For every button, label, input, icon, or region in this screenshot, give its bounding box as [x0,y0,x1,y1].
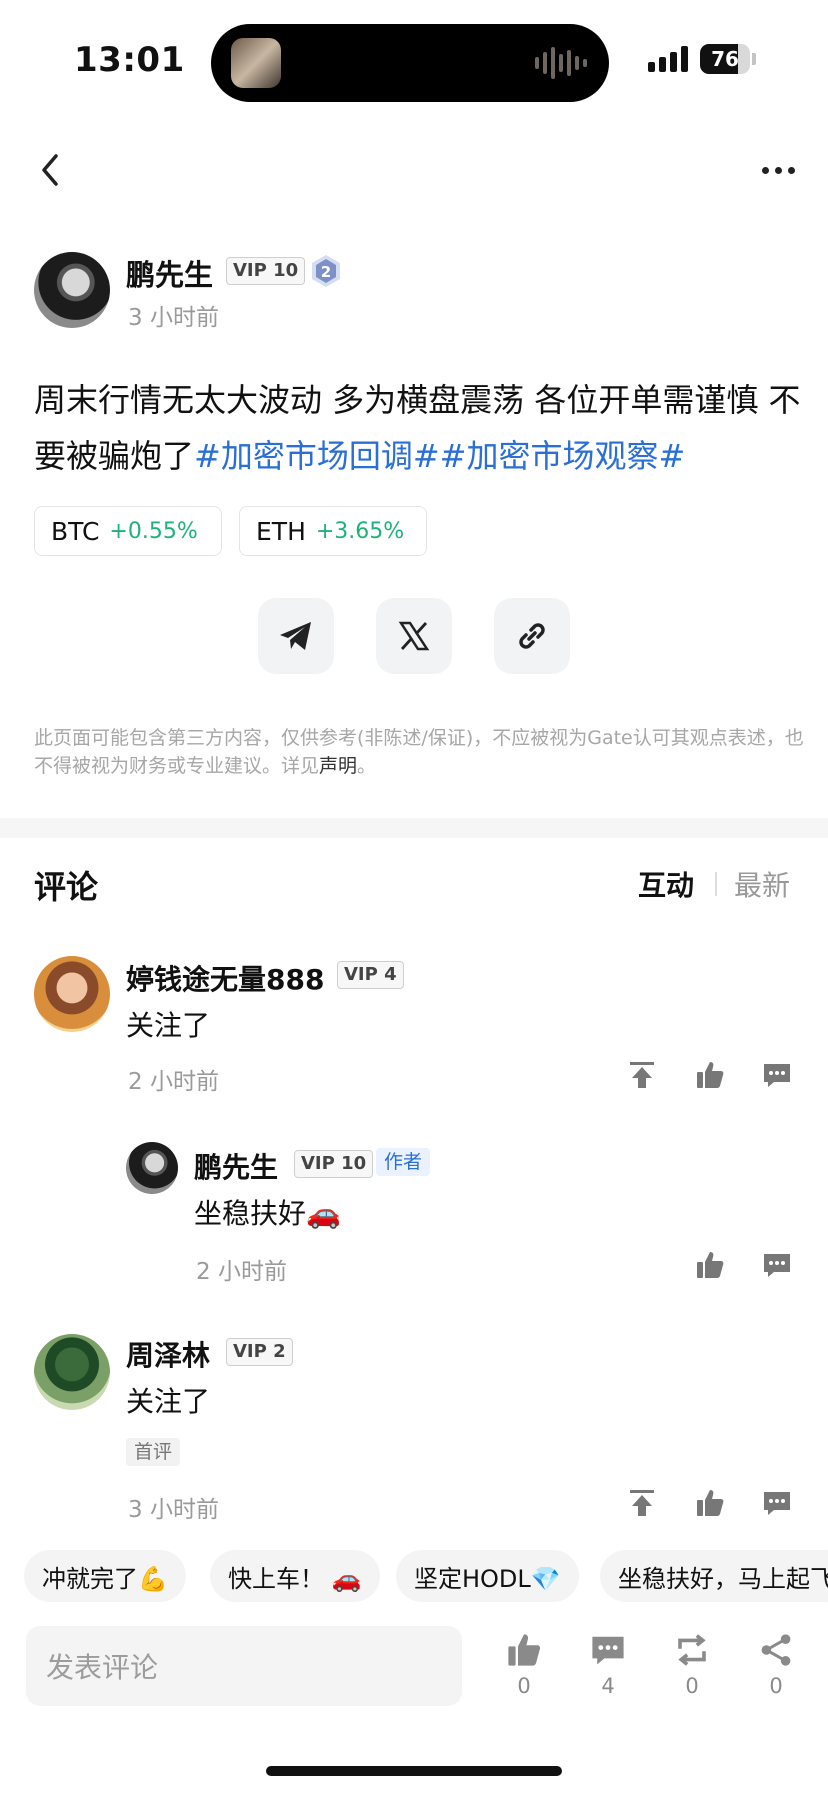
level-badge-icon: 2 [312,255,340,287]
share-button[interactable]: 0 [746,1632,806,1698]
comment-button[interactable]: 4 [578,1632,638,1698]
comment-icon [592,1636,624,1665]
repost-button[interactable]: 0 [662,1632,722,1698]
share-x-button[interactable] [376,598,452,674]
post-content: 周末行情无太大波动 多为横盘震荡 各位开单需谨慎 不要被骗炮了#加密市场回调##… [34,372,804,484]
reply-icon[interactable] [762,1488,792,1518]
coin-chip-eth[interactable]: ETH +3.65% [239,506,427,556]
disclaimer-text: 此页面可能包含第三方内容，仅供参考(非陈述/保证)，不应被视为Gate认可其观点… [34,727,804,777]
coin-change: +3.65% [315,518,405,544]
comment-time: 2 小时前 [128,1069,219,1095]
signal-icon [648,46,688,72]
quick-reply-chip[interactable]: 快上车！ 🚗 [210,1550,380,1602]
dynamic-island [211,24,609,102]
reply-icon[interactable] [762,1250,792,1280]
status-time: 13:01 [74,40,185,80]
quick-reply-chip[interactable]: 坚定HODL💎 [396,1550,579,1602]
sort-tab-interaction[interactable]: 互动 [638,864,694,904]
repost-count: 0 [685,1674,699,1698]
disclaimer-link[interactable]: 声明 [319,755,357,777]
quick-reply-chip[interactable]: 坐稳扶好，马上起飞 [600,1550,828,1602]
pin-top-icon[interactable] [627,1060,657,1090]
comment-text: 关注了 [126,1009,211,1042]
comment-text: 关注了 [126,1385,211,1418]
back-button[interactable] [36,150,66,190]
share-count: 0 [769,1674,783,1698]
commenter-avatar[interactable] [126,1142,178,1194]
comment-time: 2 小时前 [196,1259,287,1285]
sort-tab-latest[interactable]: 最新 [734,864,790,904]
comment-count: 4 [601,1674,615,1698]
pin-top-icon[interactable] [627,1488,657,1518]
section-divider [0,818,828,838]
comment-text: 坐稳扶好🚗 [194,1197,341,1230]
vip-badge: VIP 10 [294,1150,374,1178]
audio-wave-icon [535,43,587,83]
vip-badge: VIP 2 [226,1338,293,1366]
like-icon[interactable] [695,1250,725,1280]
author-tag: 作者 [376,1148,431,1176]
commenter-avatar[interactable] [34,1334,110,1410]
like-icon [508,1634,541,1666]
quick-reply-chip[interactable]: 冲就完了💪 [24,1550,186,1602]
coin-chip-btc[interactable]: BTC +0.55% [34,506,222,556]
quick-reply-bar: 冲就完了💪 快上车！ 🚗 坚定HODL💎 坐稳扶好，马上起飞 [0,1550,828,1602]
commenter-name[interactable]: 鹏先生 [194,1146,278,1186]
comment-time: 3 小时前 [128,1497,219,1523]
author-avatar[interactable] [34,252,110,328]
x-icon [398,621,430,651]
comments-title: 评论 [34,868,99,906]
post-time: 3 小时前 [128,305,219,331]
disclaimer: 此页面可能包含第三方内容，仅供参考(非陈述/保证)，不应被视为Gate认可其观点… [34,724,804,780]
like-icon[interactable] [695,1488,725,1518]
home-indicator [266,1766,562,1776]
level-badge-number: 2 [321,263,331,281]
repost-icon [678,1634,706,1666]
disclaimer-end: 。 [357,755,377,777]
commenter-avatar[interactable] [34,956,110,1032]
coin-symbol: BTC [51,516,100,546]
first-comment-tag: 首评 [126,1438,181,1466]
link-icon [519,623,545,649]
battery-level: 76 [711,47,739,71]
hashtag-link[interactable]: #加密市场观察# [440,437,686,475]
author-name[interactable]: 鹏先生 [126,252,213,294]
commenter-name[interactable]: 周泽林 [126,1334,210,1374]
hashtag-link[interactable]: #加密市场回调# [194,437,440,475]
vip-badge: VIP 4 [337,961,404,989]
comment-input[interactable]: 发表评论 [26,1626,462,1706]
like-icon[interactable] [695,1060,725,1090]
coin-change: +0.55% [109,518,198,544]
share-icon [761,1634,791,1666]
like-button[interactable]: 0 [494,1632,554,1698]
battery-icon: 76 [700,44,750,74]
telegram-icon [280,622,311,650]
more-options-button[interactable] [762,160,802,180]
chevron-left-icon [42,154,58,186]
sort-divider [715,872,717,896]
like-count: 0 [517,1674,531,1698]
battery-cap [752,53,756,65]
copy-link-button[interactable] [494,598,570,674]
coin-symbol: ETH [256,516,306,546]
share-telegram-button[interactable] [258,598,334,674]
reply-icon[interactable] [762,1060,792,1090]
media-thumbnail [231,38,281,88]
commenter-name[interactable]: 婷钱途无量888 [126,958,324,998]
vip-badge: VIP 10 [226,257,306,285]
